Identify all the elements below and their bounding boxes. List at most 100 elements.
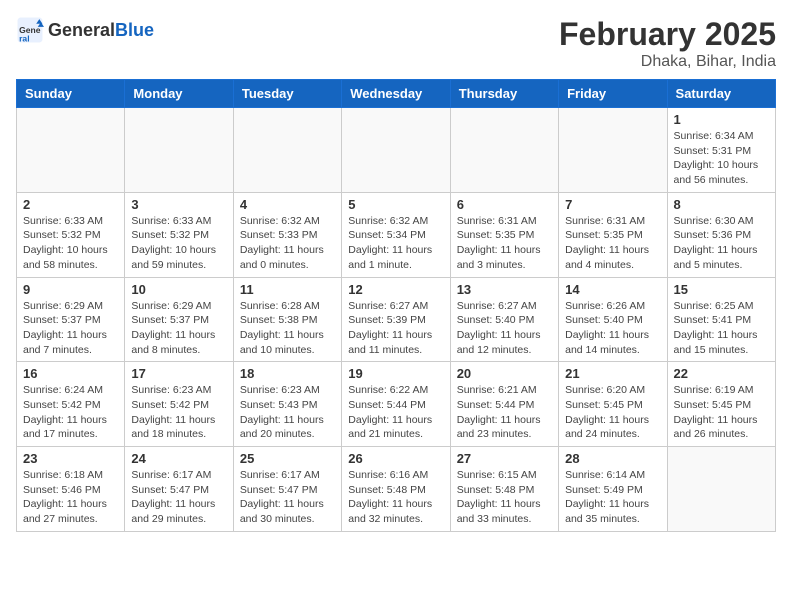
calendar-week-row: 16 Sunrise: 6:24 AM Sunset: 5:42 PM Dayli… bbox=[17, 362, 776, 447]
month-year-title: February 2025 bbox=[559, 16, 776, 53]
calendar-cell: 13 Sunrise: 6:27 AM Sunset: 5:40 PM Dayli… bbox=[450, 277, 558, 362]
calendar-cell: 4Sunrise: 6:32 AM Sunset: 5:33 PM Daylig… bbox=[233, 192, 341, 277]
title-area: February 2025 Dhaka, Bihar, India bbox=[559, 16, 776, 71]
day-info: Sunrise: 6:20 AM Sunset: 5:45 PM Dayligh… bbox=[565, 383, 660, 442]
day-info: Sunrise: 6:23 AM Sunset: 5:42 PM Dayligh… bbox=[131, 383, 226, 442]
day-number: 26 bbox=[348, 451, 443, 466]
calendar-cell: 1 Sunrise: 6:34 AM Sunset: 5:31 PM Daylig… bbox=[667, 108, 775, 193]
day-info: Sunrise: 6:17 AM Sunset: 5:47 PM Dayligh… bbox=[131, 468, 226, 527]
day-number: 3 bbox=[131, 197, 226, 212]
day-info: Sunrise: 6:21 AM Sunset: 5:44 PM Dayligh… bbox=[457, 383, 552, 442]
logo: Gene ral GeneralBlue bbox=[16, 16, 154, 44]
day-info: Sunrise: 6:24 AM Sunset: 5:42 PM Dayligh… bbox=[23, 383, 118, 442]
calendar-cell: 3 Sunrise: 6:33 AM Sunset: 5:32 PM Daylig… bbox=[125, 192, 233, 277]
calendar-cell: 19 Sunrise: 6:22 AM Sunset: 5:44 PM Dayli… bbox=[342, 362, 450, 447]
day-info: Sunrise: 6:32 AM Sunset: 5:33 PM Dayligh… bbox=[240, 214, 335, 273]
day-number: 25 bbox=[240, 451, 335, 466]
calendar-cell: 27Sunrise: 6:15 AM Sunset: 5:48 PM Dayli… bbox=[450, 447, 558, 532]
calendar-cell: 26Sunrise: 6:16 AM Sunset: 5:48 PM Dayli… bbox=[342, 447, 450, 532]
day-number: 28 bbox=[565, 451, 660, 466]
calendar-cell: 15Sunrise: 6:25 AM Sunset: 5:41 PM Dayli… bbox=[667, 277, 775, 362]
day-number: 23 bbox=[23, 451, 118, 466]
calendar-header-row: SundayMondayTuesdayWednesdayThursdayFrid… bbox=[17, 80, 776, 108]
day-info: Sunrise: 6:22 AM Sunset: 5:44 PM Dayligh… bbox=[348, 383, 443, 442]
calendar-cell: 6 Sunrise: 6:31 AM Sunset: 5:35 PM Daylig… bbox=[450, 192, 558, 277]
day-info: Sunrise: 6:23 AM Sunset: 5:43 PM Dayligh… bbox=[240, 383, 335, 442]
calendar-cell: 14 Sunrise: 6:26 AM Sunset: 5:40 PM Dayli… bbox=[559, 277, 667, 362]
day-info: Sunrise: 6:27 AM Sunset: 5:40 PM Dayligh… bbox=[457, 299, 552, 358]
day-number: 18 bbox=[240, 366, 335, 381]
day-info: Sunrise: 6:33 AM Sunset: 5:32 PM Dayligh… bbox=[131, 214, 226, 273]
day-info: Sunrise: 6:27 AM Sunset: 5:39 PM Dayligh… bbox=[348, 299, 443, 358]
day-info: Sunrise: 6:29 AM Sunset: 5:37 PM Dayligh… bbox=[23, 299, 118, 358]
calendar-cell bbox=[125, 108, 233, 193]
calendar-cell bbox=[559, 108, 667, 193]
day-info: Sunrise: 6:18 AM Sunset: 5:46 PM Dayligh… bbox=[23, 468, 118, 527]
day-number: 11 bbox=[240, 282, 335, 297]
calendar-cell: 23 Sunrise: 6:18 AM Sunset: 5:46 PM Dayli… bbox=[17, 447, 125, 532]
day-info: Sunrise: 6:15 AM Sunset: 5:48 PM Dayligh… bbox=[457, 468, 552, 527]
calendar-cell bbox=[667, 447, 775, 532]
calendar-cell: 16 Sunrise: 6:24 AM Sunset: 5:42 PM Dayli… bbox=[17, 362, 125, 447]
calendar-cell: 12 Sunrise: 6:27 AM Sunset: 5:39 PM Dayli… bbox=[342, 277, 450, 362]
day-number: 7 bbox=[565, 197, 660, 212]
day-number: 10 bbox=[131, 282, 226, 297]
day-number: 21 bbox=[565, 366, 660, 381]
day-number: 19 bbox=[348, 366, 443, 381]
calendar-cell: 11 Sunrise: 6:28 AM Sunset: 5:38 PM Dayli… bbox=[233, 277, 341, 362]
calendar-cell bbox=[17, 108, 125, 193]
day-info: Sunrise: 6:32 AM Sunset: 5:34 PM Dayligh… bbox=[348, 214, 443, 273]
day-info: Sunrise: 6:33 AM Sunset: 5:32 PM Dayligh… bbox=[23, 214, 118, 273]
day-info: Sunrise: 6:19 AM Sunset: 5:45 PM Dayligh… bbox=[674, 383, 769, 442]
day-info: Sunrise: 6:29 AM Sunset: 5:37 PM Dayligh… bbox=[131, 299, 226, 358]
col-header-monday: Monday bbox=[125, 80, 233, 108]
day-info: Sunrise: 6:34 AM Sunset: 5:31 PM Dayligh… bbox=[674, 129, 769, 188]
day-number: 12 bbox=[348, 282, 443, 297]
day-info: Sunrise: 6:26 AM Sunset: 5:40 PM Dayligh… bbox=[565, 299, 660, 358]
col-header-tuesday: Tuesday bbox=[233, 80, 341, 108]
calendar-cell bbox=[450, 108, 558, 193]
calendar-cell: 25Sunrise: 6:17 AM Sunset: 5:47 PM Dayli… bbox=[233, 447, 341, 532]
calendar-cell: 22 Sunrise: 6:19 AM Sunset: 5:45 PM Dayli… bbox=[667, 362, 775, 447]
day-number: 16 bbox=[23, 366, 118, 381]
calendar-cell: 7 Sunrise: 6:31 AM Sunset: 5:35 PM Daylig… bbox=[559, 192, 667, 277]
calendar-cell: 28Sunrise: 6:14 AM Sunset: 5:49 PM Dayli… bbox=[559, 447, 667, 532]
day-number: 9 bbox=[23, 282, 118, 297]
col-header-wednesday: Wednesday bbox=[342, 80, 450, 108]
day-number: 24 bbox=[131, 451, 226, 466]
logo-icon: Gene ral bbox=[16, 16, 44, 44]
calendar-cell: 8Sunrise: 6:30 AM Sunset: 5:36 PM Daylig… bbox=[667, 192, 775, 277]
day-number: 14 bbox=[565, 282, 660, 297]
col-header-sunday: Sunday bbox=[17, 80, 125, 108]
calendar-cell: 20Sunrise: 6:21 AM Sunset: 5:44 PM Dayli… bbox=[450, 362, 558, 447]
calendar-cell: 10 Sunrise: 6:29 AM Sunset: 5:37 PM Dayli… bbox=[125, 277, 233, 362]
day-number: 22 bbox=[674, 366, 769, 381]
calendar-week-row: 23 Sunrise: 6:18 AM Sunset: 5:46 PM Dayli… bbox=[17, 447, 776, 532]
calendar-cell: 5Sunrise: 6:32 AM Sunset: 5:34 PM Daylig… bbox=[342, 192, 450, 277]
day-info: Sunrise: 6:28 AM Sunset: 5:38 PM Dayligh… bbox=[240, 299, 335, 358]
calendar-cell bbox=[233, 108, 341, 193]
day-number: 8 bbox=[674, 197, 769, 212]
col-header-saturday: Saturday bbox=[667, 80, 775, 108]
logo-blue-text: Blue bbox=[115, 20, 154, 40]
logo-general-text: General bbox=[48, 20, 115, 40]
page-header: Gene ral GeneralBlue February 2025 Dhaka… bbox=[16, 16, 776, 71]
day-number: 17 bbox=[131, 366, 226, 381]
day-info: Sunrise: 6:31 AM Sunset: 5:35 PM Dayligh… bbox=[457, 214, 552, 273]
day-info: Sunrise: 6:31 AM Sunset: 5:35 PM Dayligh… bbox=[565, 214, 660, 273]
day-number: 6 bbox=[457, 197, 552, 212]
day-number: 13 bbox=[457, 282, 552, 297]
day-number: 1 bbox=[674, 112, 769, 127]
col-header-friday: Friday bbox=[559, 80, 667, 108]
location-subtitle: Dhaka, Bihar, India bbox=[559, 53, 776, 71]
calendar-week-row: 2 Sunrise: 6:33 AM Sunset: 5:32 PM Daylig… bbox=[17, 192, 776, 277]
calendar-cell: 21 Sunrise: 6:20 AM Sunset: 5:45 PM Dayli… bbox=[559, 362, 667, 447]
calendar-week-row: 1 Sunrise: 6:34 AM Sunset: 5:31 PM Daylig… bbox=[17, 108, 776, 193]
calendar-week-row: 9 Sunrise: 6:29 AM Sunset: 5:37 PM Daylig… bbox=[17, 277, 776, 362]
calendar-cell: 24 Sunrise: 6:17 AM Sunset: 5:47 PM Dayli… bbox=[125, 447, 233, 532]
day-number: 2 bbox=[23, 197, 118, 212]
svg-text:ral: ral bbox=[19, 34, 29, 44]
day-number: 15 bbox=[674, 282, 769, 297]
calendar-cell: 18 Sunrise: 6:23 AM Sunset: 5:43 PM Dayli… bbox=[233, 362, 341, 447]
calendar-cell: 17 Sunrise: 6:23 AM Sunset: 5:42 PM Dayli… bbox=[125, 362, 233, 447]
